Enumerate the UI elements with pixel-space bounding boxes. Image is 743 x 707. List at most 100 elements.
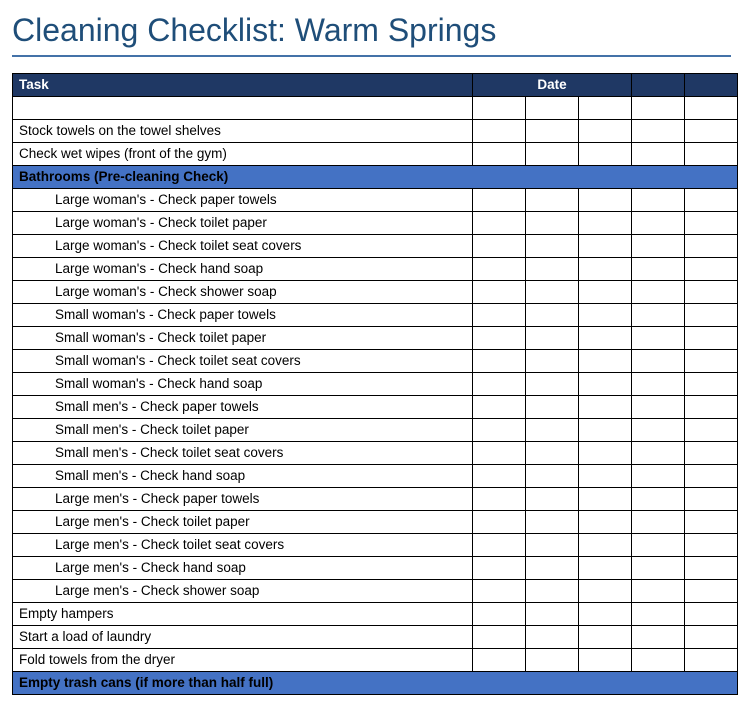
date-cell xyxy=(579,649,632,672)
date-cell xyxy=(685,304,738,327)
date-cell xyxy=(526,327,579,350)
table-row: Large woman's - Check toilet seat covers xyxy=(13,235,738,258)
date-cell xyxy=(473,465,526,488)
table-row: Large men's - Check toilet seat covers xyxy=(13,534,738,557)
task-cell: Stock towels on the towel shelves xyxy=(13,120,473,143)
table-row: Fold towels from the dryer xyxy=(13,649,738,672)
date-cell xyxy=(579,442,632,465)
task-cell: Large woman's - Check toilet seat covers xyxy=(13,235,473,258)
date-cell xyxy=(685,465,738,488)
table-row: Small men's - Check paper towels xyxy=(13,396,738,419)
date-cell xyxy=(685,396,738,419)
date-cell xyxy=(526,281,579,304)
task-cell: Start a load of laundry xyxy=(13,626,473,649)
date-cell xyxy=(685,534,738,557)
date-cell xyxy=(685,488,738,511)
date-cell xyxy=(526,649,579,672)
date-cell xyxy=(473,327,526,350)
date-cell xyxy=(526,442,579,465)
section-header: Empty trash cans (if more than half full… xyxy=(13,672,738,695)
date-cell xyxy=(526,534,579,557)
task-cell: Small woman's - Check toilet seat covers xyxy=(13,350,473,373)
date-cell xyxy=(579,120,632,143)
date-cell xyxy=(632,189,685,212)
date-cell xyxy=(579,304,632,327)
date-cell xyxy=(526,212,579,235)
date-cell xyxy=(685,120,738,143)
date-cell xyxy=(473,442,526,465)
date-cell xyxy=(526,235,579,258)
date-cell xyxy=(526,189,579,212)
date-cell xyxy=(685,143,738,166)
task-cell: Large men's - Check toilet paper xyxy=(13,511,473,534)
table-row: Small men's - Check toilet paper xyxy=(13,419,738,442)
date-cell xyxy=(632,580,685,603)
date-cell xyxy=(632,649,685,672)
task-cell: Small men's - Check hand soap xyxy=(13,465,473,488)
date-cell xyxy=(473,649,526,672)
table-row: Check wet wipes (front of the gym) xyxy=(13,143,738,166)
date-cell xyxy=(579,396,632,419)
date-cell xyxy=(632,511,685,534)
date-cell xyxy=(632,465,685,488)
date-cell xyxy=(632,626,685,649)
date-cell xyxy=(579,143,632,166)
date-cell xyxy=(685,97,738,120)
date-cell xyxy=(579,212,632,235)
date-cell xyxy=(632,143,685,166)
date-cell xyxy=(579,281,632,304)
date-cell xyxy=(473,626,526,649)
date-cell xyxy=(473,488,526,511)
task-cell: Small woman's - Check toilet paper xyxy=(13,327,473,350)
date-cell xyxy=(579,189,632,212)
task-cell xyxy=(13,97,473,120)
table-row: Empty trash cans (if more than half full… xyxy=(13,672,738,695)
date-cell xyxy=(579,235,632,258)
date-cell xyxy=(685,258,738,281)
date-cell xyxy=(632,373,685,396)
date-cell xyxy=(632,97,685,120)
date-cell xyxy=(526,258,579,281)
date-cell xyxy=(632,534,685,557)
date-cell xyxy=(579,580,632,603)
table-row: Large woman's - Check paper towels xyxy=(13,189,738,212)
header-date: Date xyxy=(473,74,632,97)
table-row: Large men's - Check hand soap xyxy=(13,557,738,580)
date-cell xyxy=(579,373,632,396)
date-cell xyxy=(579,488,632,511)
date-cell xyxy=(526,603,579,626)
checklist-table: Task Date Stock towels on the towel shel… xyxy=(12,73,738,695)
date-cell xyxy=(579,534,632,557)
task-cell: Small woman's - Check hand soap xyxy=(13,373,473,396)
table-row: Small men's - Check toilet seat covers xyxy=(13,442,738,465)
date-cell xyxy=(632,281,685,304)
date-cell xyxy=(579,465,632,488)
date-cell xyxy=(526,304,579,327)
date-cell xyxy=(685,557,738,580)
date-cell xyxy=(526,419,579,442)
date-cell xyxy=(473,97,526,120)
date-cell xyxy=(473,557,526,580)
date-cell xyxy=(685,327,738,350)
table-row: Small woman's - Check hand soap xyxy=(13,373,738,396)
date-cell xyxy=(632,120,685,143)
date-cell xyxy=(473,189,526,212)
date-cell xyxy=(632,419,685,442)
date-cell xyxy=(632,327,685,350)
date-cell xyxy=(473,120,526,143)
task-cell: Large woman's - Check shower soap xyxy=(13,281,473,304)
date-cell xyxy=(632,442,685,465)
date-cell xyxy=(473,534,526,557)
date-cell xyxy=(685,603,738,626)
date-cell xyxy=(579,327,632,350)
date-cell xyxy=(632,350,685,373)
title-underline xyxy=(12,55,731,57)
date-cell xyxy=(632,258,685,281)
date-cell xyxy=(526,143,579,166)
table-row: Large men's - Check shower soap xyxy=(13,580,738,603)
date-cell xyxy=(473,603,526,626)
date-cell xyxy=(526,373,579,396)
task-cell: Large men's - Check toilet seat covers xyxy=(13,534,473,557)
section-header: Bathrooms (Pre-cleaning Check) xyxy=(13,166,738,189)
date-cell xyxy=(526,465,579,488)
